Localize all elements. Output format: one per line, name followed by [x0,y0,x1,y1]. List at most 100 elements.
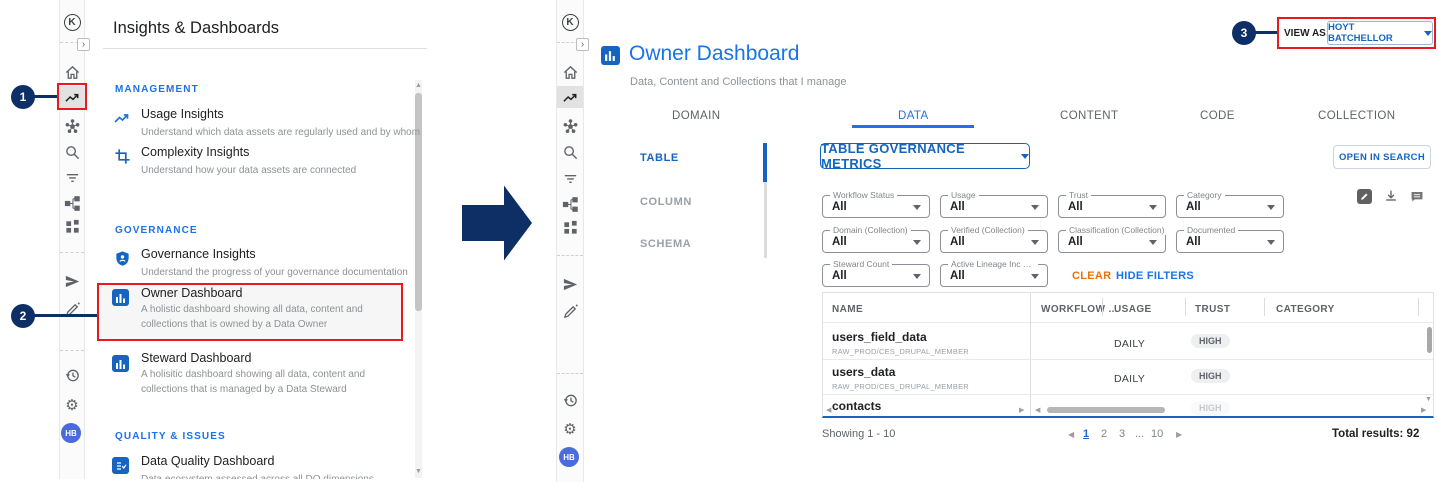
hub-icon[interactable] [560,116,580,136]
subnav-schema[interactable]: SCHEMA [640,238,691,250]
lineage-icon[interactable] [560,194,580,214]
page-number-3[interactable]: 3 [1119,428,1125,440]
column-header-workflow[interactable]: WORKFLOW ... [1041,304,1118,315]
filter-steward-count[interactable]: Steward Count All [822,264,930,287]
checklist-icon [112,457,129,474]
complexity-crop-icon [112,146,132,166]
row-name[interactable]: contacts [832,399,881,413]
row-name[interactable]: users_data [832,365,895,379]
page-number-10[interactable]: 10 [1151,428,1163,440]
compose-pen-icon[interactable] [560,301,580,321]
hscroll-right-icon[interactable]: ▶ [1421,407,1426,415]
column-header-category[interactable]: CATEGORY [1276,304,1335,315]
annotation-badge-3: 3 [1232,21,1256,45]
row-path: RAW_PROD/CES_DRUPAL_MEMBER [832,347,969,356]
sidebar-expand-button[interactable]: › [77,38,90,51]
edit-tool-icon[interactable] [1357,189,1372,204]
comment-icon[interactable] [1410,190,1424,209]
filter-value: All [832,236,847,248]
filter-icon[interactable] [560,168,580,188]
column-header-trust[interactable]: TRUST [1195,304,1230,315]
settings-gear-icon[interactable]: ⚙ [560,419,580,439]
column-separator [1102,298,1103,316]
tab-data[interactable]: DATA [898,110,929,122]
history-icon[interactable] [62,365,82,385]
hscroll-left-icon[interactable]: ◀ [826,407,831,415]
metrics-dropdown-label: TABLE GOVERNANCE METRICS [821,141,1014,171]
tab-code[interactable]: CODE [1200,110,1235,122]
insights-trending-icon[interactable] [560,87,580,107]
apps-grid-icon[interactable] [560,217,580,237]
send-icon[interactable] [560,274,580,294]
filter-icon[interactable] [62,167,82,187]
open-in-search-button[interactable]: OPEN IN SEARCH [1333,145,1431,169]
page-title: Owner Dashboard [629,42,799,66]
filter-usage[interactable]: Usage All [940,195,1048,218]
tab-content[interactable]: CONTENT [1060,110,1118,122]
app-logo-icon[interactable]: K [62,12,82,32]
user-avatar[interactable]: HB [559,447,579,467]
metrics-dropdown[interactable]: TABLE GOVERNANCE METRICS [820,143,1030,169]
chevron-right-icon: › [581,39,584,50]
annotation-badge-1: 1 [11,85,35,109]
transition-arrow [462,184,532,262]
vscroll-thumb[interactable] [1427,327,1432,353]
subnav-column[interactable]: COLUMN [640,196,692,208]
hscroll-left-icon[interactable]: ◀ [1035,407,1040,415]
tab-domain[interactable]: DOMAIN [672,110,720,122]
column-separator [1185,298,1186,316]
column-header-name[interactable]: NAME [832,304,863,315]
filter-active-lineage[interactable]: Active Lineage Inc Refer... All [940,264,1048,287]
filter-verified-collection[interactable]: Verified (Collection) All [940,230,1048,253]
lineage-icon[interactable] [62,193,82,213]
hscroll-right-icon[interactable]: ▶ [1019,407,1024,415]
scrollbar-down-icon[interactable]: ▼ [415,468,422,476]
send-icon[interactable] [62,271,82,291]
subnav-scroll-track[interactable] [764,182,767,258]
home-icon[interactable] [62,62,82,82]
filter-label: Usage [948,190,979,200]
clear-filters-link[interactable]: CLEAR [1072,270,1111,282]
tab-collection[interactable]: COLLECTION [1318,110,1396,122]
item-title: Usage Insights [141,107,224,121]
filter-label: Workflow Status [830,190,897,200]
filter-label: Documented [1184,225,1238,235]
chevron-down-icon [913,240,921,245]
sidebar-expand-button[interactable]: › [576,38,589,51]
app-logo-icon[interactable]: K [560,12,580,32]
filter-value: All [950,201,965,213]
filter-domain-collection[interactable]: Domain (Collection) All [822,230,930,253]
row-path: RAW_PROD/CES_DRUPAL_MEMBER [832,382,969,391]
page-number-2[interactable]: 2 [1101,428,1107,440]
hub-icon[interactable] [62,116,82,136]
subnav-table[interactable]: TABLE [640,152,679,164]
download-icon[interactable] [1383,188,1399,209]
search-icon[interactable] [560,142,580,162]
pagination-prev-icon[interactable]: ◀ [1068,430,1074,439]
filter-classification-collection[interactable]: Classification (Collection) All [1058,230,1166,253]
filter-workflow-status[interactable]: Workflow Status All [822,195,930,218]
filter-trust[interactable]: Trust All [1058,195,1166,218]
hscroll-thumb[interactable] [1047,407,1165,413]
filter-documented[interactable]: Documented All [1176,230,1284,253]
annotation-box-2 [97,283,403,341]
filter-category[interactable]: Category All [1176,195,1284,218]
apps-grid-icon[interactable] [62,216,82,236]
row-name[interactable]: users_field_data [832,330,927,344]
search-icon[interactable] [62,142,82,162]
home-icon[interactable] [560,62,580,82]
column-header-usage[interactable]: USAGE [1114,304,1152,315]
right-screenshot: K › [555,0,1438,482]
pagination-next-icon[interactable]: ▶ [1176,430,1182,439]
usage-insights-icon [112,108,132,128]
hide-filters-link[interactable]: HIDE FILTERS [1116,270,1194,282]
page-number-1[interactable]: 1 [1083,428,1089,440]
user-avatar[interactable]: HB [61,423,81,443]
scrollbar-up-icon[interactable]: ▲ [415,82,422,90]
history-icon[interactable] [560,390,580,410]
vscroll-down-icon[interactable]: ▼ [1425,396,1432,404]
chevron-down-icon [913,205,921,210]
subnav-active-indicator [763,143,767,182]
settings-gear-icon[interactable]: ⚙ [62,395,82,415]
section-label-quality-issues: QUALITY & ISSUES [115,431,226,442]
